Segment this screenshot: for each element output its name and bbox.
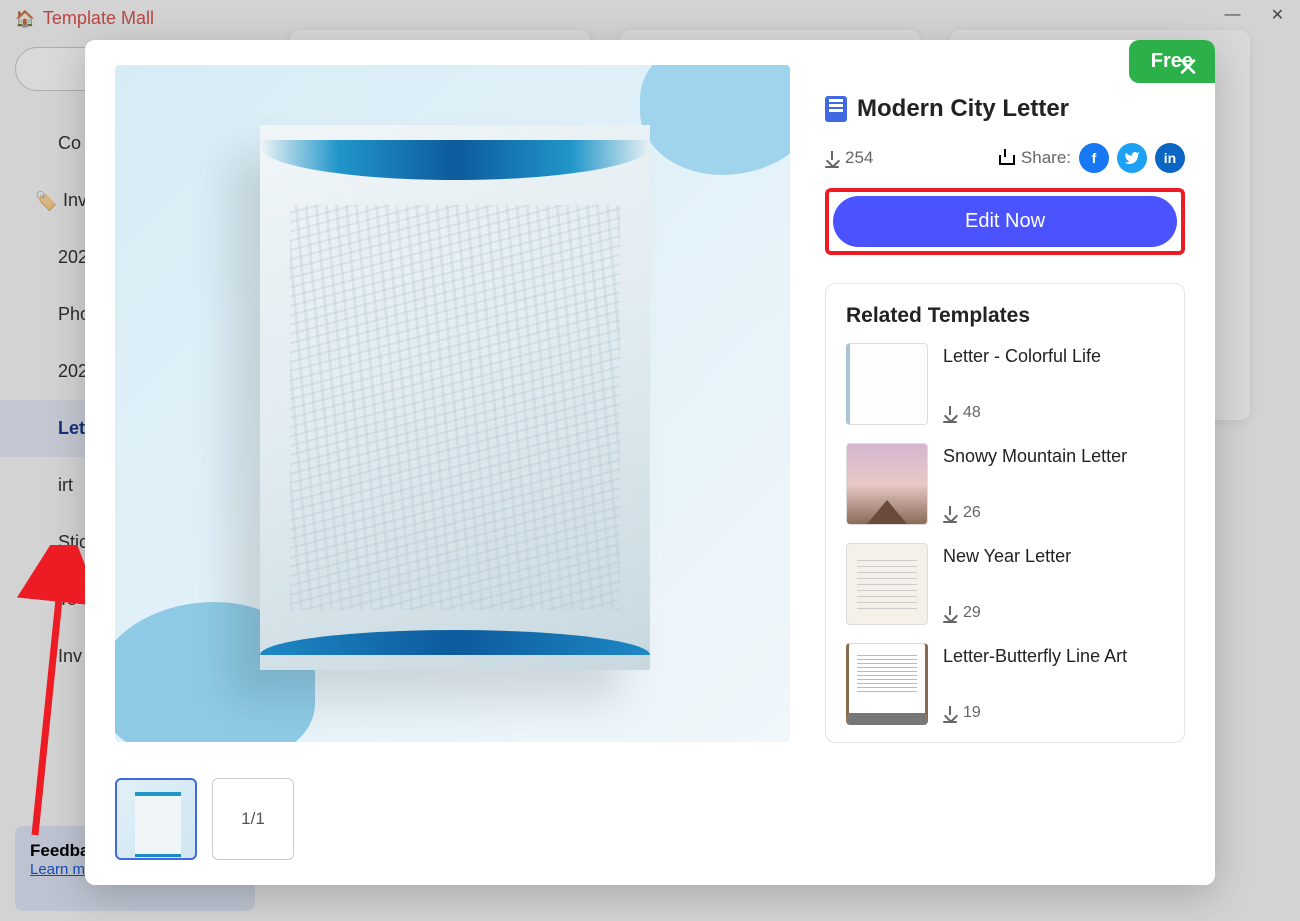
related-name: Letter-Butterfly Line Art (943, 646, 1127, 667)
related-template-item[interactable]: New Year Letter 29 (846, 543, 1164, 625)
download-icon (943, 706, 957, 720)
close-modal-button[interactable]: ✕ (1173, 52, 1203, 82)
related-thumbnail (846, 543, 928, 625)
download-icon (825, 151, 839, 165)
related-thumbnail (846, 343, 928, 425)
edit-now-button[interactable]: Edit Now (833, 196, 1177, 247)
download-icon (943, 606, 957, 620)
document-icon (825, 96, 847, 122)
template-title: Modern City Letter (857, 95, 1069, 123)
template-preview (115, 65, 790, 742)
annotation-highlight: Edit Now (825, 188, 1185, 255)
related-name: New Year Letter (943, 546, 1071, 567)
related-name: Letter - Colorful Life (943, 346, 1101, 367)
facebook-share-button[interactable]: f (1079, 143, 1109, 173)
twitter-share-button[interactable] (1117, 143, 1147, 173)
related-downloads: 29 (943, 604, 1071, 622)
related-thumbnail (846, 643, 928, 725)
related-title: Related Templates (846, 304, 1164, 328)
page-thumbnail[interactable] (115, 778, 197, 860)
share-icon (999, 151, 1013, 165)
related-thumbnail (846, 443, 928, 525)
download-icon (943, 406, 957, 420)
related-downloads: 48 (943, 404, 1101, 422)
thumbnail-bar: 1/1 (115, 778, 294, 860)
linkedin-share-button[interactable]: in (1155, 143, 1185, 173)
download-count: 254 (825, 148, 873, 168)
share-label: Share: (1021, 148, 1071, 168)
related-templates: Related Templates Letter - Colorful Life… (825, 283, 1185, 743)
related-template-item[interactable]: Letter-Butterfly Line Art 19 (846, 643, 1164, 725)
related-downloads: 26 (943, 504, 1127, 522)
preview-document (260, 125, 650, 670)
template-detail-modal: Free ✕ 1/1 Modern City Letter 254 Shar (85, 40, 1215, 885)
related-name: Snowy Mountain Letter (943, 446, 1127, 467)
related-template-item[interactable]: Letter - Colorful Life 48 (846, 343, 1164, 425)
download-icon (943, 506, 957, 520)
related-template-item[interactable]: Snowy Mountain Letter 26 (846, 443, 1164, 525)
share-group: Share: f in (999, 143, 1185, 173)
detail-panel: Modern City Letter 254 Share: f in Edit … (825, 95, 1185, 743)
related-downloads: 19 (943, 704, 1127, 722)
page-count-indicator: 1/1 (212, 778, 294, 860)
